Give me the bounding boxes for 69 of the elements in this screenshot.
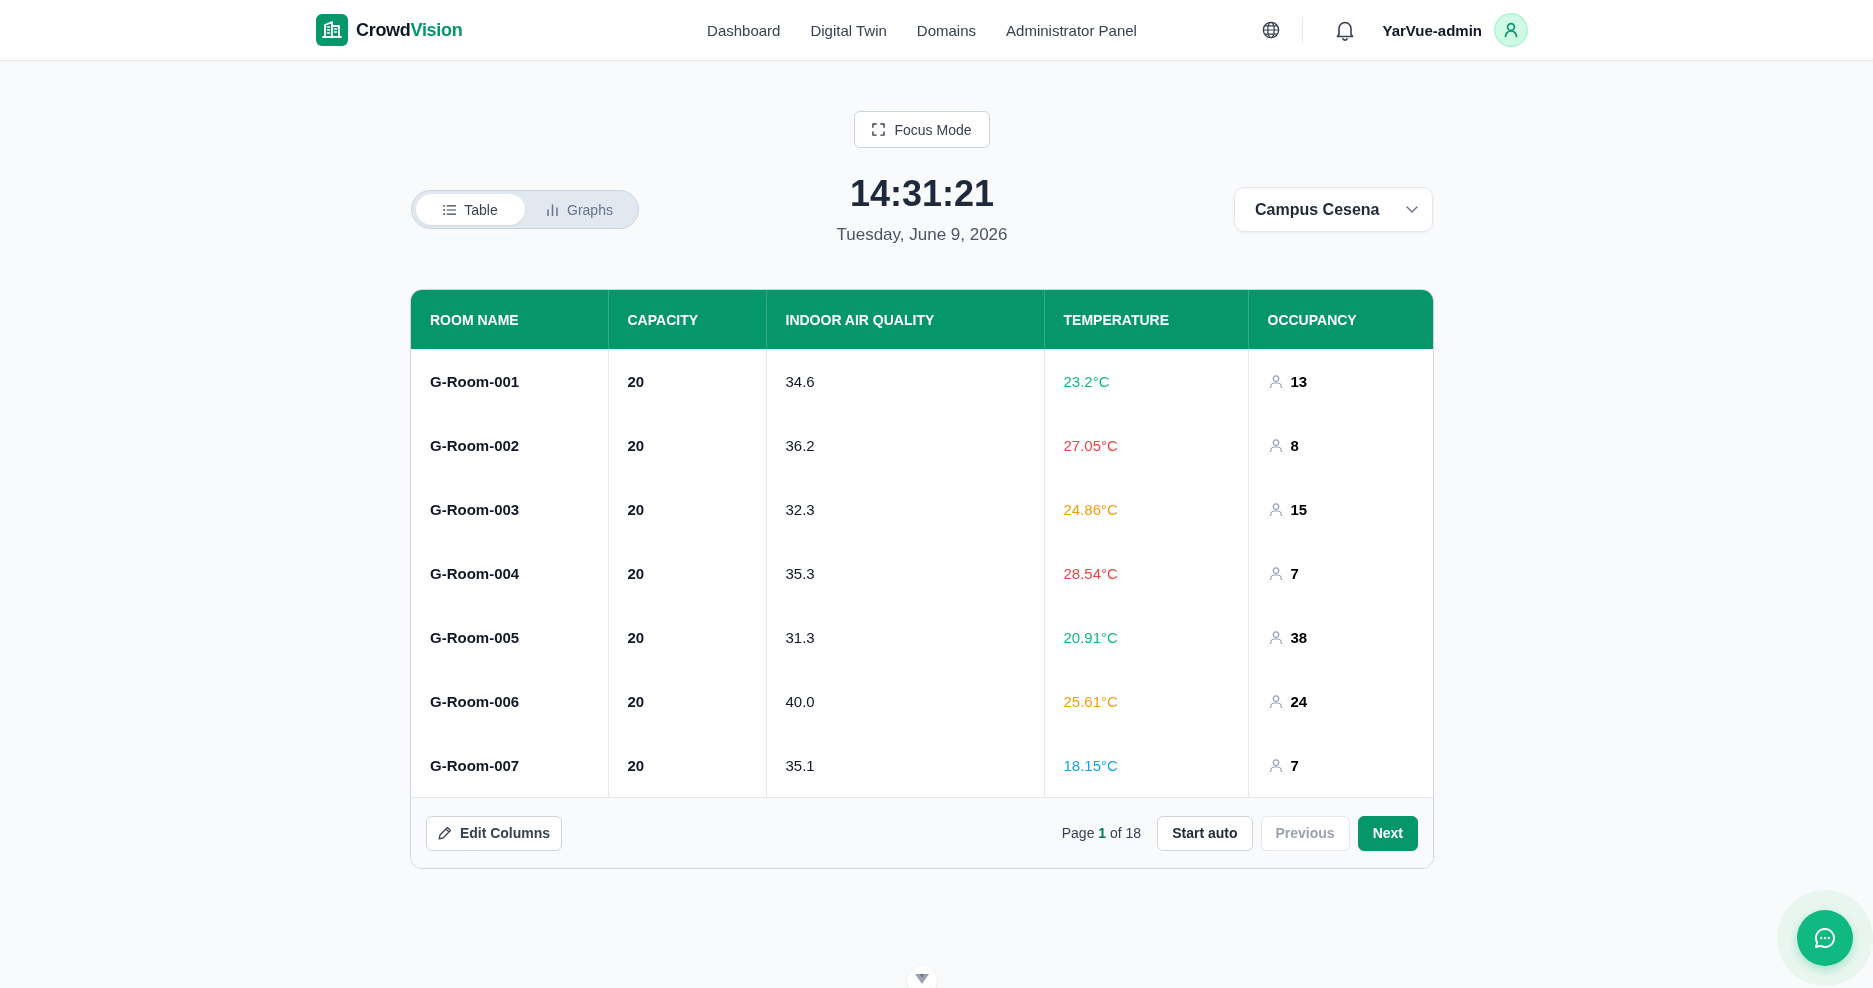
globe-icon[interactable] <box>1261 21 1280 39</box>
pagination-button[interactable]: Start auto <box>1157 815 1253 851</box>
table-cell: 35.3 <box>766 541 1044 605</box>
occupancy-count: 24 <box>1290 692 1308 710</box>
bar-chart-icon <box>546 203 560 216</box>
avatar-icon[interactable] <box>1494 13 1528 47</box>
column-header: CAPACITY <box>608 290 766 349</box>
table-cell: 27.05°C <box>1044 413 1248 477</box>
occupancy-count: 38 <box>1290 628 1308 646</box>
person-icon <box>1269 758 1282 772</box>
bell-icon[interactable] <box>1334 19 1355 41</box>
chat-bubble-icon <box>1814 927 1836 949</box>
table-cell: 20 <box>608 669 766 733</box>
person-icon <box>1269 630 1282 644</box>
table-cell: 20 <box>608 477 766 541</box>
table-cell: 25.61°C <box>1044 669 1248 733</box>
column-header: ROOM NAME <box>411 290 608 349</box>
table-cell: G-Room-004 <box>411 541 608 605</box>
clock-time: 14:31:21 <box>848 172 996 216</box>
person-icon <box>1269 694 1282 708</box>
table-cell: 20 <box>608 349 766 413</box>
column-header: INDOOR AIR QUALITY <box>766 290 1044 349</box>
table-cell: 34.6 <box>766 349 1044 413</box>
person-icon <box>1269 502 1282 516</box>
page-indicator: Page 1 of 18 <box>1061 825 1142 841</box>
table-cell: 24.86°C <box>1044 477 1248 541</box>
column-header: TEMPERATURE <box>1044 290 1248 349</box>
table-cell: 23.2°C <box>1044 349 1248 413</box>
table-cell: 20.91°C <box>1044 605 1248 669</box>
nav-link[interactable]: Dashboard <box>707 21 781 39</box>
table-cell: G-Room-002 <box>411 413 608 477</box>
occupancy-count: 15 <box>1290 500 1308 518</box>
column-header: OCCUPANCY <box>1248 290 1433 349</box>
view-tab[interactable]: Table <box>416 194 525 225</box>
list-icon <box>443 203 457 216</box>
table-cell: 31.3 <box>766 605 1044 669</box>
clock-date: Tuesday, June 9, 2026 <box>836 224 1008 246</box>
edit-columns-button[interactable]: Edit Columns <box>426 815 562 851</box>
fullscreen-icon <box>872 123 886 136</box>
occupancy-count: 7 <box>1290 756 1299 774</box>
brand-name: CrowdVision <box>356 19 463 41</box>
campus-dropdown[interactable]: Campus Cesena <box>1234 187 1433 232</box>
table-cell: 40.0 <box>766 669 1044 733</box>
table-cell: G-Room-005 <box>411 605 608 669</box>
person-icon <box>1269 438 1282 452</box>
person-icon <box>1269 566 1282 580</box>
occupancy-count: 13 <box>1290 372 1308 390</box>
table-cell: 28.54°C <box>1044 541 1248 605</box>
occupancy-count: 8 <box>1290 436 1299 454</box>
table-cell: 36.2 <box>766 413 1044 477</box>
focus-mode-button[interactable]: Focus Mode <box>854 111 990 148</box>
table-cell: 20 <box>608 541 766 605</box>
building-logo-icon <box>316 14 348 46</box>
user-name[interactable]: YarVue-admin <box>1382 21 1482 39</box>
table-cell: 32.3 <box>766 477 1044 541</box>
view-tab[interactable]: Graphs <box>525 194 634 225</box>
nav-link[interactable]: Domains <box>916 21 977 39</box>
occupancy-count: 7 <box>1290 564 1299 582</box>
table-cell: 20 <box>608 605 766 669</box>
nav-link[interactable]: Administrator Panel <box>1006 21 1137 39</box>
nav-link[interactable]: Digital Twin <box>810 21 887 39</box>
pencil-icon <box>437 826 452 840</box>
person-icon <box>1269 374 1282 388</box>
pagination-button[interactable]: Next <box>1357 815 1418 851</box>
table-cell: 20 <box>608 413 766 477</box>
chevron-down-icon <box>1406 206 1418 213</box>
table-cell: G-Room-003 <box>411 477 608 541</box>
table-cell: G-Room-001 <box>411 349 608 413</box>
table-cell: G-Room-006 <box>411 669 608 733</box>
